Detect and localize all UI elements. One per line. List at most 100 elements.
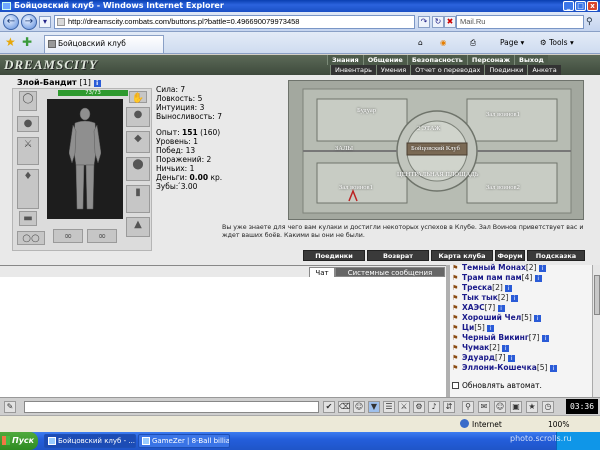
nav-communication[interactable]: Общение bbox=[362, 55, 407, 65]
armor-slot-icon[interactable]: ♦ bbox=[17, 169, 39, 209]
taskbar-item-game[interactable]: Бойцовский клуб - ... bbox=[44, 434, 136, 448]
back-arrow-icon[interactable]: ← bbox=[3, 14, 19, 30]
info-icon[interactable]: i bbox=[507, 355, 515, 362]
map-hall-right[interactable]: Зал воинов2 bbox=[486, 184, 520, 191]
nav-transfers[interactable]: Отчет о переводах bbox=[410, 65, 485, 75]
info-icon[interactable]: i bbox=[93, 80, 101, 87]
auto-refresh-option[interactable]: Обновлять автомат. bbox=[452, 381, 542, 391]
boots-slot-icon[interactable]: ▲ bbox=[126, 217, 150, 237]
info-icon[interactable]: i bbox=[541, 335, 549, 342]
action-icon[interactable]: ⚑ bbox=[452, 273, 462, 283]
user-name[interactable]: Черный Викинг bbox=[462, 333, 529, 342]
orb-slot-icon[interactable]: ⬤ bbox=[126, 157, 150, 181]
chat-messages[interactable]: Чат Системные сообщения bbox=[0, 265, 446, 397]
club-map-button[interactable]: Карта клуба bbox=[431, 250, 493, 261]
list-item[interactable]: ⚑ Эдуард[7] i bbox=[452, 353, 557, 363]
info-icon[interactable]: i bbox=[534, 275, 542, 282]
go-icon[interactable]: ↷ bbox=[418, 16, 430, 28]
info-icon[interactable]: i bbox=[502, 345, 510, 352]
action-icon[interactable]: ⚑ bbox=[452, 313, 462, 323]
dropdown-arrow-icon[interactable]: ▾ bbox=[39, 16, 51, 28]
small-items-2-slot-icon[interactable]: ∞ bbox=[87, 229, 117, 243]
list-item[interactable]: ⚑ Ци[5] i bbox=[452, 323, 557, 333]
feeds-icon[interactable]: ◉ bbox=[440, 37, 447, 49]
nav-knowledge[interactable]: Знания bbox=[327, 55, 363, 65]
map-fight-club[interactable]: Бойцовский Клуб bbox=[411, 145, 460, 152]
info-icon[interactable]: i bbox=[538, 265, 546, 272]
maximize-button[interactable]: □ bbox=[575, 1, 586, 11]
list-item[interactable]: ⚑ Тык тык[2] i bbox=[452, 293, 557, 303]
list-item[interactable]: ⚑ Чумак[2] i bbox=[452, 343, 557, 353]
map-hall-left[interactable]: Зал воинов1 bbox=[339, 184, 373, 191]
action-icon[interactable]: ⚑ bbox=[452, 323, 462, 333]
clear-icon[interactable]: ⌫ bbox=[338, 401, 350, 413]
list-item[interactable]: ⚑ Трам пам пам[4] i bbox=[452, 273, 557, 283]
info-icon[interactable]: i bbox=[549, 365, 557, 372]
action-icon[interactable]: ⚑ bbox=[452, 333, 462, 343]
key-icon[interactable]: ⚲ bbox=[462, 401, 474, 413]
small-items-slot-icon[interactable]: ∞ bbox=[53, 229, 83, 243]
user-name[interactable]: Хороший Чел bbox=[462, 313, 521, 322]
mail-icon[interactable]: ✉ bbox=[478, 401, 490, 413]
nav-exit[interactable]: Выход bbox=[514, 55, 548, 65]
action-icon[interactable]: ⚑ bbox=[452, 343, 462, 353]
nav-skills[interactable]: Умения bbox=[375, 65, 411, 75]
time-icon[interactable]: ◷ bbox=[542, 401, 554, 413]
map-boudoir[interactable]: Будуар bbox=[357, 107, 376, 114]
chat-input[interactable] bbox=[24, 401, 319, 413]
forum-button[interactable]: Форум bbox=[495, 250, 525, 261]
list-item[interactable]: ⚑ Эллони-Кошечка[5] i bbox=[452, 363, 557, 373]
belt-slot-icon[interactable]: ▬ bbox=[19, 211, 37, 226]
send-icon[interactable]: ✔ bbox=[323, 401, 335, 413]
chat-mode-icon[interactable]: ✎ bbox=[4, 401, 16, 413]
list-item[interactable]: ⚑ Черный Викинг[7] i bbox=[452, 333, 557, 343]
tab-chat[interactable]: Чат bbox=[309, 267, 335, 277]
taskbar-item-gamezer[interactable]: GameZer | 8-Ball billiards... bbox=[138, 434, 230, 448]
battles-button[interactable]: Поединки bbox=[303, 250, 365, 261]
info-icon[interactable]: i bbox=[534, 315, 542, 322]
fight-icon[interactable]: ⚔ bbox=[398, 401, 410, 413]
map-hall-1[interactable]: Зал воинов1 bbox=[486, 111, 520, 118]
home-icon[interactable]: ⌂ bbox=[418, 37, 423, 49]
quest-icon[interactable]: ★ bbox=[526, 401, 538, 413]
user-name[interactable]: Чумак bbox=[462, 343, 489, 352]
info-icon[interactable]: i bbox=[505, 285, 513, 292]
bracers-slot-icon[interactable]: ● bbox=[126, 107, 150, 127]
list-item[interactable]: ⚑ Треска[2] i bbox=[452, 283, 557, 293]
search-input[interactable]: Mail.Ru bbox=[456, 15, 584, 29]
minimize-button[interactable]: _ bbox=[563, 1, 574, 11]
sound-icon[interactable]: ♪ bbox=[428, 401, 440, 413]
user-name[interactable]: Треска bbox=[462, 283, 492, 292]
weapon-slot-icon[interactable]: ⚔ bbox=[17, 137, 39, 165]
nav-character[interactable]: Персонаж bbox=[466, 55, 515, 65]
action-icon[interactable]: ⚑ bbox=[452, 283, 462, 293]
help-button[interactable]: Подсказка bbox=[527, 250, 585, 261]
zoom-level[interactable]: 100% bbox=[548, 419, 569, 430]
close-button[interactable]: x bbox=[587, 1, 598, 11]
map-floor-2[interactable]: 2 ЭТАЖ bbox=[417, 125, 440, 132]
nav-profile[interactable]: Анкета bbox=[527, 65, 561, 75]
nav-inventory[interactable]: Инвентарь bbox=[330, 65, 376, 75]
refresh-icon[interactable]: ↻ bbox=[432, 16, 444, 28]
info-icon[interactable]: i bbox=[487, 325, 495, 332]
user-name[interactable]: Ци bbox=[462, 323, 474, 332]
user-name[interactable]: Темный Монах bbox=[462, 263, 526, 272]
action-icon[interactable]: ⚑ bbox=[452, 263, 462, 273]
tools-menu[interactable]: ⚙ Tools ▾ bbox=[540, 37, 574, 49]
nav-battles[interactable]: Поединки bbox=[484, 65, 528, 75]
scroll-icon[interactable]: ⇵ bbox=[443, 401, 455, 413]
add-favorite-icon[interactable]: ✚ bbox=[22, 36, 32, 48]
shield-slot-icon[interactable]: ◆ bbox=[126, 131, 150, 153]
auto-refresh-checkbox[interactable] bbox=[452, 382, 459, 389]
action-icon[interactable]: ⚑ bbox=[452, 293, 462, 303]
action-icon[interactable]: ⚑ bbox=[452, 363, 462, 373]
list-item[interactable]: ⚑ Темный Монах[2] i bbox=[452, 263, 557, 273]
map-halls[interactable]: ЗАЛЫ bbox=[335, 145, 353, 152]
favorites-star-icon[interactable]: ★ bbox=[5, 36, 16, 48]
users-scrollbar[interactable] bbox=[592, 265, 600, 397]
user-name[interactable]: ХАЭС bbox=[462, 303, 485, 312]
smile-icon[interactable]: ☺ bbox=[353, 401, 365, 413]
user-name[interactable]: Трам пам пам bbox=[462, 273, 522, 282]
map-central-square[interactable]: ЦЕНТРАЛЬНАЯ ПЛОЩАДЬ bbox=[397, 171, 479, 178]
legs-slot-icon[interactable]: ▮ bbox=[126, 185, 150, 213]
